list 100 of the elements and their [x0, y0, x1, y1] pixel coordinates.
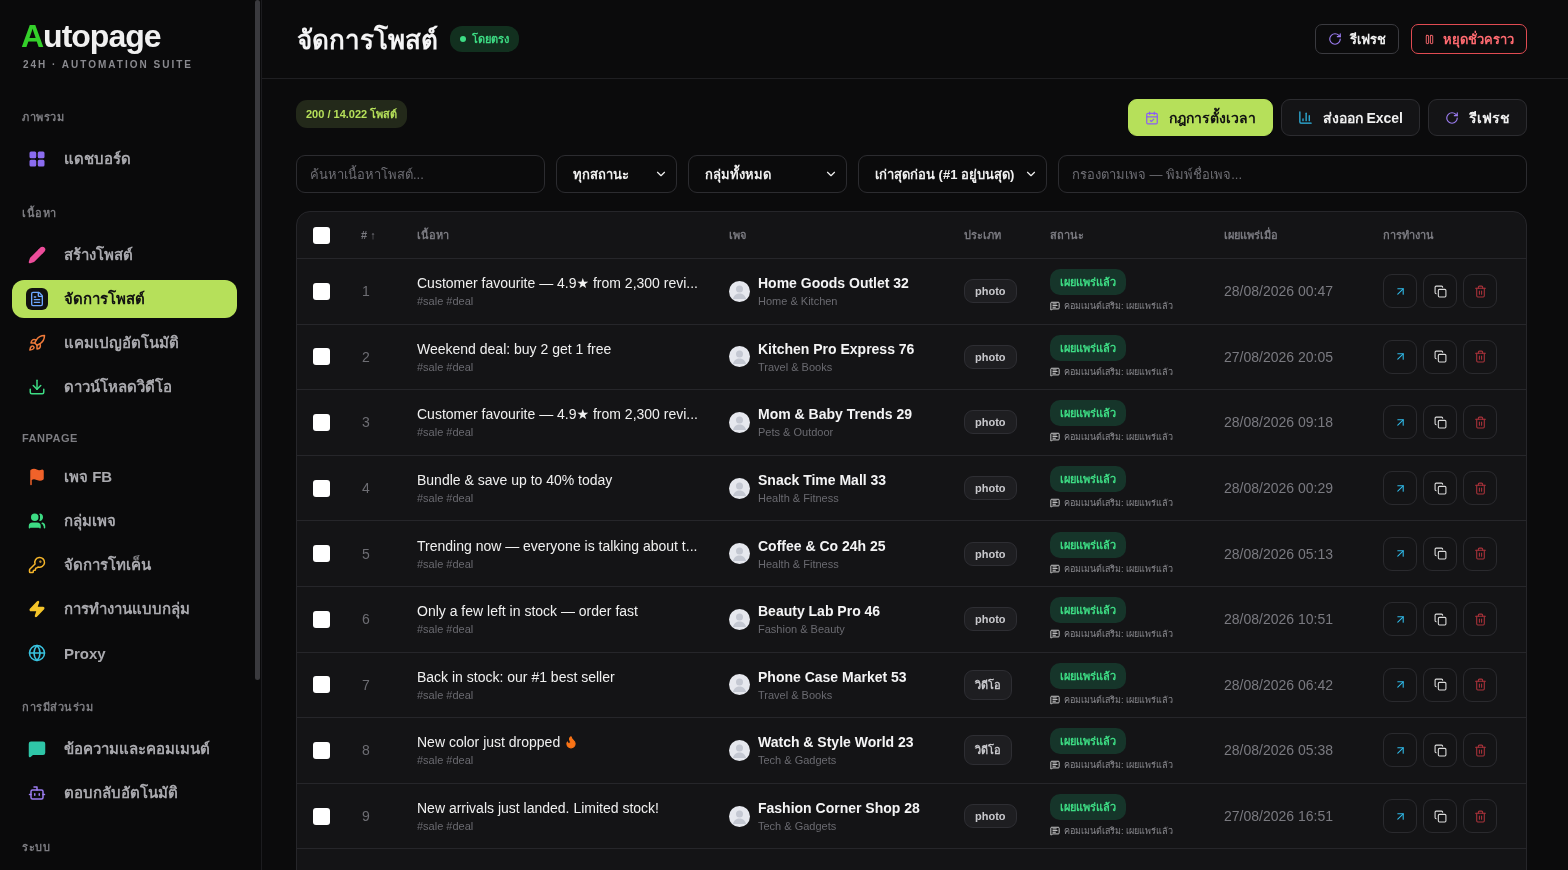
open-button[interactable]: [1383, 339, 1417, 374]
avatar-icon: [729, 477, 750, 499]
page-name: Coffee & Co 24h 25: [758, 537, 886, 554]
duplicate-button[interactable]: [1423, 602, 1457, 637]
post-tags: #sale #deal: [417, 820, 729, 833]
trash-icon: [1473, 612, 1487, 626]
delete-button[interactable]: [1463, 471, 1497, 506]
open-button[interactable]: [1383, 602, 1417, 637]
open-button[interactable]: [1383, 405, 1417, 440]
delete-button[interactable]: [1463, 799, 1497, 834]
duplicate-button[interactable]: [1423, 471, 1457, 506]
column-header[interactable]: # ↑: [361, 229, 417, 241]
copy-icon: [1433, 612, 1447, 626]
delete-button[interactable]: [1463, 667, 1497, 702]
delete-button[interactable]: [1463, 274, 1497, 309]
duplicate-button[interactable]: [1423, 536, 1457, 571]
filter-dropdown[interactable]: กลุ่มทั้งหมด: [688, 155, 847, 193]
nav-item[interactable]: สร้างโพสต์: [12, 236, 237, 274]
page-name: Snack Time Mall 33: [758, 472, 887, 489]
nav-item[interactable]: แคมเปญอัตโนมัติ: [12, 324, 237, 362]
page-name: Phone Case Market 53: [758, 668, 907, 685]
row-number: 6: [361, 611, 371, 628]
row-checkbox[interactable]: [313, 741, 330, 759]
open-button[interactable]: [1383, 471, 1417, 506]
comment-icon: [1050, 432, 1060, 443]
refresh-button[interactable]: รีเฟรช: [1315, 24, 1399, 54]
page-category: Tech & Gadgets: [758, 820, 838, 833]
export-button[interactable]: ส่งออก Excel: [1280, 99, 1420, 136]
nav-item[interactable]: กลุ่มเพจ: [12, 502, 237, 540]
post-type: photo: [964, 410, 1017, 435]
row-number: 4: [361, 480, 371, 497]
delete-button[interactable]: [1463, 405, 1497, 440]
select-all-checkbox[interactable]: [313, 226, 330, 244]
nav-item[interactable]: ดาวน์โหลดวิดีโอ: [12, 368, 237, 406]
delete-button[interactable]: [1463, 602, 1497, 637]
scrollbar[interactable]: [255, 0, 260, 680]
publish-date: 28/08/2026 00:47: [1224, 283, 1334, 300]
open-button[interactable]: [1383, 733, 1417, 768]
delete-button[interactable]: [1463, 536, 1497, 571]
pencil-icon: [26, 244, 48, 266]
logo: Autopage: [20, 17, 162, 56]
avatar-icon: [729, 346, 750, 368]
comment-note: คอมเมนต์เสริม: เผยแพร่แล้ว: [1064, 628, 1173, 642]
row-checkbox[interactable]: [313, 414, 330, 431]
duplicate-button[interactable]: [1423, 339, 1457, 374]
page-category: Health & Fitness: [758, 492, 840, 505]
page-name: Home Goods Outlet 32: [758, 275, 909, 292]
row-checkbox[interactable]: [313, 676, 330, 694]
post-content: Customer favourite — 4.9★ from 2,300 revi...: [417, 406, 698, 423]
row-checkbox[interactable]: [313, 348, 330, 366]
duplicate-button[interactable]: [1423, 667, 1457, 702]
search-field[interactable]: ค้นหาเนื้อหาโพสต์...: [296, 155, 545, 193]
pause-button[interactable]: หยุดชั่วคราว: [1411, 24, 1527, 54]
post-content: Back in stock: our #1 best seller: [417, 668, 615, 685]
open-button[interactable]: [1383, 799, 1417, 834]
post-tags: #sale #deal: [417, 426, 729, 439]
nav-item[interactable]: Proxy: [12, 634, 237, 672]
pause-icon: [1424, 33, 1435, 45]
avatar-icon: [729, 412, 750, 433]
duplicate-button[interactable]: [1423, 405, 1457, 440]
open-button[interactable]: [1383, 536, 1417, 571]
post-content: New color just dropped: [417, 734, 561, 751]
page-category: Home & Kitchen: [758, 295, 839, 308]
row-checkbox[interactable]: [313, 610, 330, 628]
open-button[interactable]: [1383, 274, 1417, 309]
avatar-icon: [729, 739, 750, 761]
column-header: เพจ: [729, 228, 747, 243]
page-category: Travel & Books: [758, 360, 834, 373]
section-label: ระบบ: [21, 840, 51, 855]
filter-dropdown[interactable]: เก่าสุดก่อน (#1 อยู่บนสุด): [858, 155, 1047, 193]
duplicate-button[interactable]: [1423, 733, 1457, 768]
nav-item[interactable]: เพจ FB: [12, 458, 237, 496]
duplicate-button[interactable]: [1423, 799, 1457, 834]
post-tags: #sale #deal: [417, 360, 729, 373]
delete-button[interactable]: [1463, 339, 1497, 374]
row-checkbox[interactable]: [313, 479, 330, 497]
page-category: Pets & Outdoor: [758, 426, 835, 439]
schedule-button[interactable]: กฎการตั้งเวลา: [1127, 99, 1273, 136]
refresh-icon: [1445, 110, 1459, 125]
open-button[interactable]: [1383, 667, 1417, 702]
row-checkbox[interactable]: [313, 282, 330, 300]
nav-item[interactable]: การทำงานแบบกลุ่ม: [12, 590, 237, 628]
comment-note: คอมเมนต์เสริม: เผยแพร่แล้ว: [1064, 431, 1173, 445]
status-badge: เผยแพร่แล้ว: [1050, 662, 1126, 689]
refresh-button[interactable]: รีเฟรช: [1428, 99, 1527, 136]
row-checkbox[interactable]: [313, 545, 330, 563]
filter-dropdown[interactable]: ทุกสถานะ: [556, 155, 677, 193]
nav-item[interactable]: จัดการโทเค็น: [12, 546, 237, 584]
post-tags: #sale #deal: [417, 623, 729, 636]
post-content: Trending now — everyone is talking about t...: [417, 537, 698, 554]
nav-item[interactable]: ตอบกลับอัตโนมัติ: [12, 774, 237, 812]
comment-icon: [1050, 563, 1060, 574]
nav-item[interactable]: จัดการโพสต์: [12, 280, 237, 318]
page-filter-field[interactable]: กรองตามเพจ — พิมพ์ชื่อเพจ...: [1058, 155, 1527, 193]
delete-button[interactable]: [1463, 733, 1497, 768]
duplicate-button[interactable]: [1423, 274, 1457, 309]
row-checkbox[interactable]: [313, 807, 330, 825]
nav-item[interactable]: แดชบอร์ด: [12, 140, 237, 178]
trash-icon: [1473, 416, 1487, 429]
nav-item[interactable]: ข้อความและคอมเมนต์: [12, 730, 237, 768]
